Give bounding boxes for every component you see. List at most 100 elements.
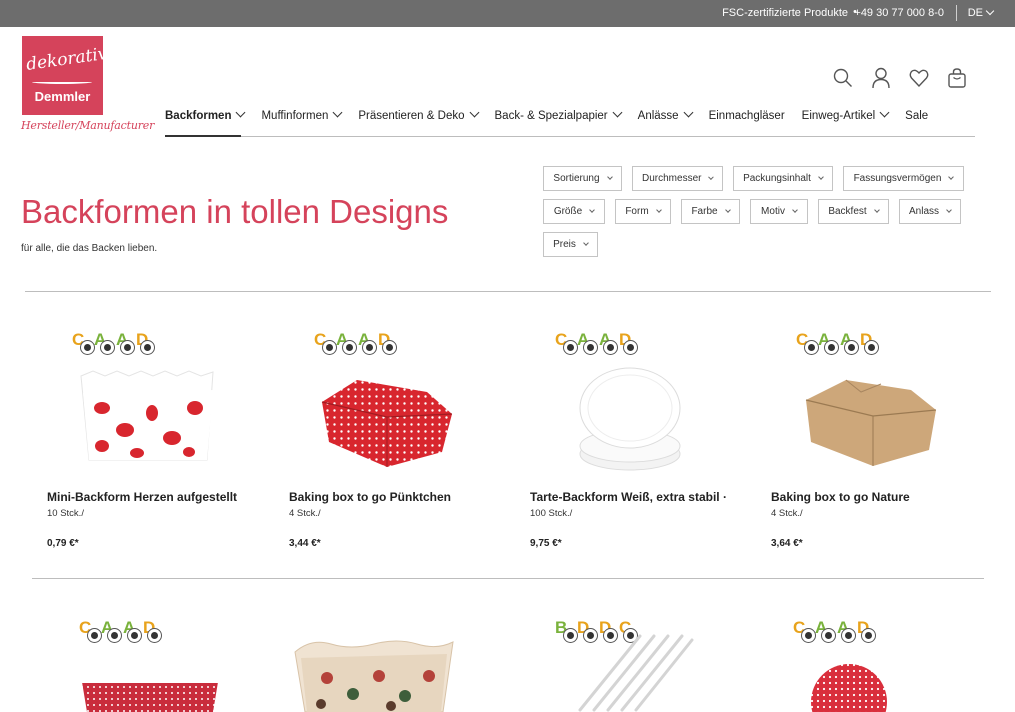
section-divider	[25, 291, 991, 292]
divider	[956, 5, 957, 21]
chevron-down-icon	[583, 239, 589, 246]
product-name[interactable]: Baking box to go Pünktchen	[289, 490, 451, 504]
filter-label: Preis	[553, 239, 576, 250]
language-label: DE	[967, 7, 983, 19]
product-card[interactable]	[289, 618, 519, 712]
badge-icon	[583, 340, 598, 355]
page-subtitle: für alle, die das Backen lieben.	[21, 243, 158, 254]
product-quantity: 10 Stck./	[47, 508, 84, 519]
chevron-down-icon	[985, 6, 995, 16]
eco-badges: C A A D	[796, 330, 880, 360]
chevron-down-icon	[683, 107, 694, 118]
nav-label: Einmachgläser	[708, 110, 785, 122]
badge-icon	[824, 340, 839, 355]
nav-label: Einweg-Artikel	[801, 110, 876, 122]
nav-item-einweg[interactable]: Einweg-Artikel	[801, 107, 890, 122]
filter-backfest[interactable]: Backfest	[818, 199, 889, 224]
nav-item-anlaesse[interactable]: Anlässe	[637, 107, 694, 122]
badge-icon	[147, 628, 162, 643]
cart-bag-icon[interactable]	[947, 67, 967, 89]
product-price: 9,75 €*	[530, 538, 562, 549]
product-image[interactable]	[801, 372, 941, 472]
filter-label: Sortierung	[553, 173, 600, 184]
product-card[interactable]: B D D C	[530, 618, 760, 712]
badge-icon	[362, 340, 377, 355]
product-image[interactable]	[291, 636, 457, 712]
nav-label: Präsentieren & Deko	[358, 110, 465, 122]
filter-anlass[interactable]: Anlass	[899, 199, 961, 224]
filter-farbe[interactable]: Farbe	[681, 199, 740, 224]
product-image[interactable]	[77, 368, 217, 468]
product-image[interactable]	[317, 372, 457, 472]
chevron-down-icon	[946, 206, 952, 213]
chevron-down-icon	[708, 173, 714, 180]
product-card[interactable]: C A A D Mini-Backform Herzen aufgestellt…	[47, 330, 277, 560]
filter-preis[interactable]: Preis	[543, 232, 598, 257]
chevron-down-icon	[948, 173, 955, 180]
nav-item-praesentieren[interactable]: Präsentieren & Deko	[358, 107, 479, 122]
chevron-down-icon	[655, 206, 662, 213]
fsc-link[interactable]: FSC-zertifizierte Produkte	[722, 7, 848, 19]
badge-icon	[864, 340, 879, 355]
nav-label: Muffinformen	[261, 110, 329, 122]
nav-label: Anlässe	[637, 110, 679, 122]
nav-item-einmachglaeser[interactable]: Einmachgläser	[709, 110, 785, 122]
filter-label: Farbe	[691, 206, 718, 217]
chevron-down-icon	[818, 173, 824, 180]
product-image[interactable]	[809, 662, 889, 712]
product-name[interactable]: Baking box to go Nature	[771, 490, 910, 504]
filter-label: Backfest	[828, 206, 867, 217]
nav-divider	[165, 136, 975, 137]
badge-icon	[623, 340, 638, 355]
logo-swoosh	[32, 80, 92, 84]
logo[interactable]: dekorativ Demmler	[22, 36, 109, 115]
nav-item-sale[interactable]: Sale	[905, 110, 928, 122]
product-card[interactable]: C A A D	[47, 618, 277, 712]
product-card[interactable]: C A A D Baking box to go Pünktchen 4 Stc…	[289, 330, 519, 560]
badge-icon	[100, 340, 115, 355]
nav-active-indicator	[165, 135, 241, 137]
product-card[interactable]: C A A D	[771, 618, 1001, 712]
filter-label: Durchmesser	[642, 173, 702, 184]
filter-sortierung[interactable]: Sortierung	[543, 166, 622, 191]
nav-item-backpapier[interactable]: Back- & Spezialpapier	[495, 107, 623, 122]
filter-packungsinhalt[interactable]: Packungsinhalt	[733, 166, 833, 191]
product-image[interactable]	[575, 366, 685, 474]
filter-label: Anlass	[909, 206, 940, 217]
nav-label: Backformen	[165, 110, 232, 122]
product-name[interactable]: Mini-Backform Herzen aufgestellt	[47, 490, 237, 504]
chevron-down-icon	[606, 173, 613, 180]
filter-form[interactable]: Form	[615, 199, 671, 224]
filter-fassungsvermoegen[interactable]: Fassungsvermögen	[843, 166, 964, 191]
search-icon[interactable]	[833, 67, 853, 89]
product-card[interactable]: C A A D Baking box to go Nature 4 Stck./…	[771, 330, 1001, 560]
badge-icon	[801, 628, 816, 643]
badge-icon	[322, 340, 337, 355]
filter-motiv[interactable]: Motiv	[750, 199, 808, 224]
filter-label: Motiv	[761, 206, 785, 217]
product-image[interactable]	[570, 632, 700, 712]
nav-item-backformen[interactable]: Backformen	[165, 107, 246, 122]
product-quantity: 4 Stck./	[289, 508, 321, 519]
chevron-down-icon	[873, 206, 880, 213]
account-icon[interactable]	[871, 67, 891, 89]
nav-item-muffinformen[interactable]: Muffinformen	[261, 107, 343, 122]
badge-icon	[563, 340, 578, 355]
product-card[interactable]: C A A D Tarte-Backform Weiß, extra stabi…	[530, 330, 760, 560]
badge-icon	[80, 340, 95, 355]
filter-durchmesser[interactable]: Durchmesser	[632, 166, 723, 191]
header-icons	[833, 67, 967, 89]
filter-groesse[interactable]: Größe	[543, 199, 605, 224]
filter-label: Packungsinhalt	[743, 173, 811, 184]
language-selector[interactable]: DE	[967, 6, 995, 19]
badge-icon	[140, 340, 155, 355]
badge-icon	[87, 628, 102, 643]
chevron-down-icon	[589, 206, 596, 213]
product-image[interactable]	[79, 672, 221, 712]
chevron-down-icon	[612, 107, 623, 118]
product-name[interactable]: Tarte-Backform Weiß, extra stabil ·	[530, 490, 727, 504]
eco-badges: C A A D	[79, 618, 163, 648]
phone-link[interactable]: +49 30 77 000 8-0	[854, 7, 944, 19]
wishlist-heart-icon[interactable]	[909, 67, 929, 89]
badge-icon	[382, 340, 397, 355]
